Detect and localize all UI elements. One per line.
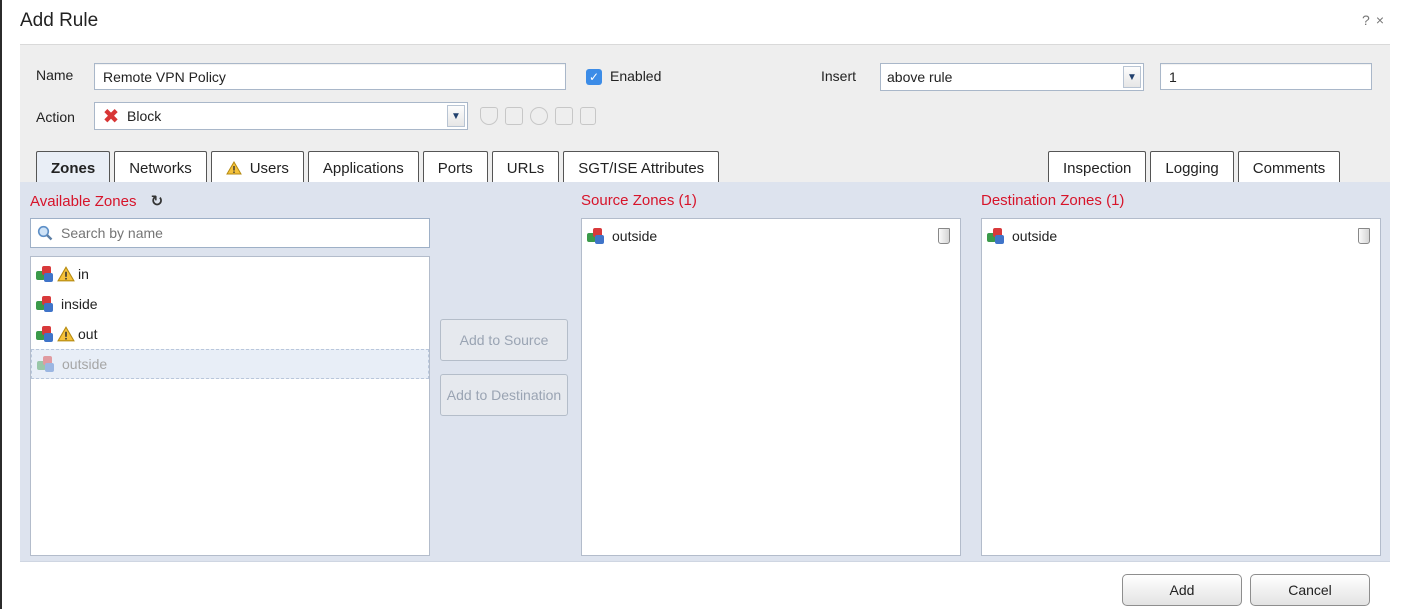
add-to-source-button[interactable]: Add to Source — [440, 319, 568, 361]
document-icon[interactable] — [580, 107, 596, 125]
insert-select-value: above rule — [887, 69, 953, 85]
source-zone-item-outside[interactable]: outside — [582, 221, 960, 251]
add-rule-dialog: Add Rule ?× Name ✓ Enabled Insert above … — [2, 0, 1404, 609]
tab-ports[interactable]: Ports — [422, 151, 488, 184]
chevron-down-icon[interactable]: ▼ — [447, 105, 465, 127]
copy-icon[interactable] — [505, 107, 523, 125]
source-zones-list: outside — [581, 218, 961, 556]
warning-icon — [57, 266, 75, 282]
help-icon[interactable]: ? — [1362, 12, 1376, 28]
available-zones-list: in inside out outside — [30, 256, 430, 556]
zones-panel: Available Zones ↻ in inside out — [20, 182, 1390, 562]
trash-icon[interactable] — [938, 228, 950, 244]
enabled-checkbox[interactable]: ✓ — [586, 69, 602, 85]
action-select-value: Block — [127, 108, 162, 124]
tab-applications[interactable]: Applications — [307, 151, 419, 184]
zone-item-outside[interactable]: outside — [31, 349, 429, 379]
insert-label: Insert — [821, 68, 857, 84]
refresh-icon[interactable]: ↻ — [151, 193, 164, 210]
source-zones-title: Source Zones (1) — [581, 192, 697, 209]
destination-zone-item-outside[interactable]: outside — [982, 221, 1380, 251]
tab-bar-left: Zones Networks Users Applications Ports … — [36, 151, 723, 184]
zone-icon — [36, 355, 56, 373]
search-icon — [37, 225, 53, 241]
tab-networks[interactable]: Networks — [114, 151, 207, 184]
enabled-label: Enabled — [610, 68, 662, 84]
tab-comments[interactable]: Comments — [1237, 151, 1341, 184]
tab-logging[interactable]: Logging — [1150, 151, 1234, 184]
tab-inspection[interactable]: Inspection — [1048, 151, 1147, 184]
tab-urls[interactable]: URLs — [491, 151, 560, 184]
block-icon: ✖ — [102, 105, 120, 128]
search-zones-input[interactable] — [30, 218, 430, 248]
zone-icon — [35, 295, 55, 313]
action-label: Action — [36, 109, 75, 125]
zone-icon — [35, 265, 55, 283]
folder-icon[interactable] — [555, 107, 573, 125]
zone-icon — [986, 227, 1006, 245]
dialog-title: Add Rule — [20, 10, 99, 31]
warning-icon — [57, 326, 75, 342]
name-field[interactable] — [94, 63, 566, 90]
trash-icon[interactable] — [1358, 228, 1370, 244]
action-select[interactable]: ✖ Block ▼ — [94, 102, 468, 130]
tab-sgt-ise-attributes[interactable]: SGT/ISE Attributes — [563, 151, 720, 184]
tab-zones[interactable]: Zones — [36, 151, 111, 184]
rule-form: Name ✓ Enabled Insert above rule ▼ Actio… — [20, 44, 1390, 184]
insert-rule-number-field[interactable] — [1160, 63, 1372, 90]
search-field[interactable] — [59, 224, 429, 242]
available-zones-title: Available Zones ↻ — [30, 193, 164, 210]
close-icon[interactable]: × — [1376, 12, 1390, 28]
name-label: Name — [36, 67, 74, 83]
zone-icon — [586, 227, 606, 245]
warning-icon — [225, 161, 242, 175]
zone-item-inside[interactable]: inside — [31, 289, 429, 319]
shield-icon[interactable] — [480, 107, 498, 125]
destination-zones-title: Destination Zones (1) — [981, 192, 1125, 209]
tab-bar-right: Inspection Logging Comments — [1048, 151, 1341, 184]
zone-item-in[interactable]: in — [31, 259, 429, 289]
zone-icon — [35, 325, 55, 343]
add-button[interactable]: Add — [1122, 574, 1242, 606]
dialog-title-tools: ?× — [1362, 12, 1390, 28]
user-search-icon[interactable] — [530, 107, 548, 125]
cancel-button[interactable]: Cancel — [1250, 574, 1370, 606]
add-to-destination-button[interactable]: Add to Destination — [440, 374, 568, 416]
destination-zones-list: outside — [981, 218, 1381, 556]
tab-users[interactable]: Users — [210, 151, 304, 184]
chevron-down-icon[interactable]: ▼ — [1123, 66, 1141, 88]
zone-item-out[interactable]: out — [31, 319, 429, 349]
insert-select[interactable]: above rule ▼ — [880, 63, 1144, 91]
